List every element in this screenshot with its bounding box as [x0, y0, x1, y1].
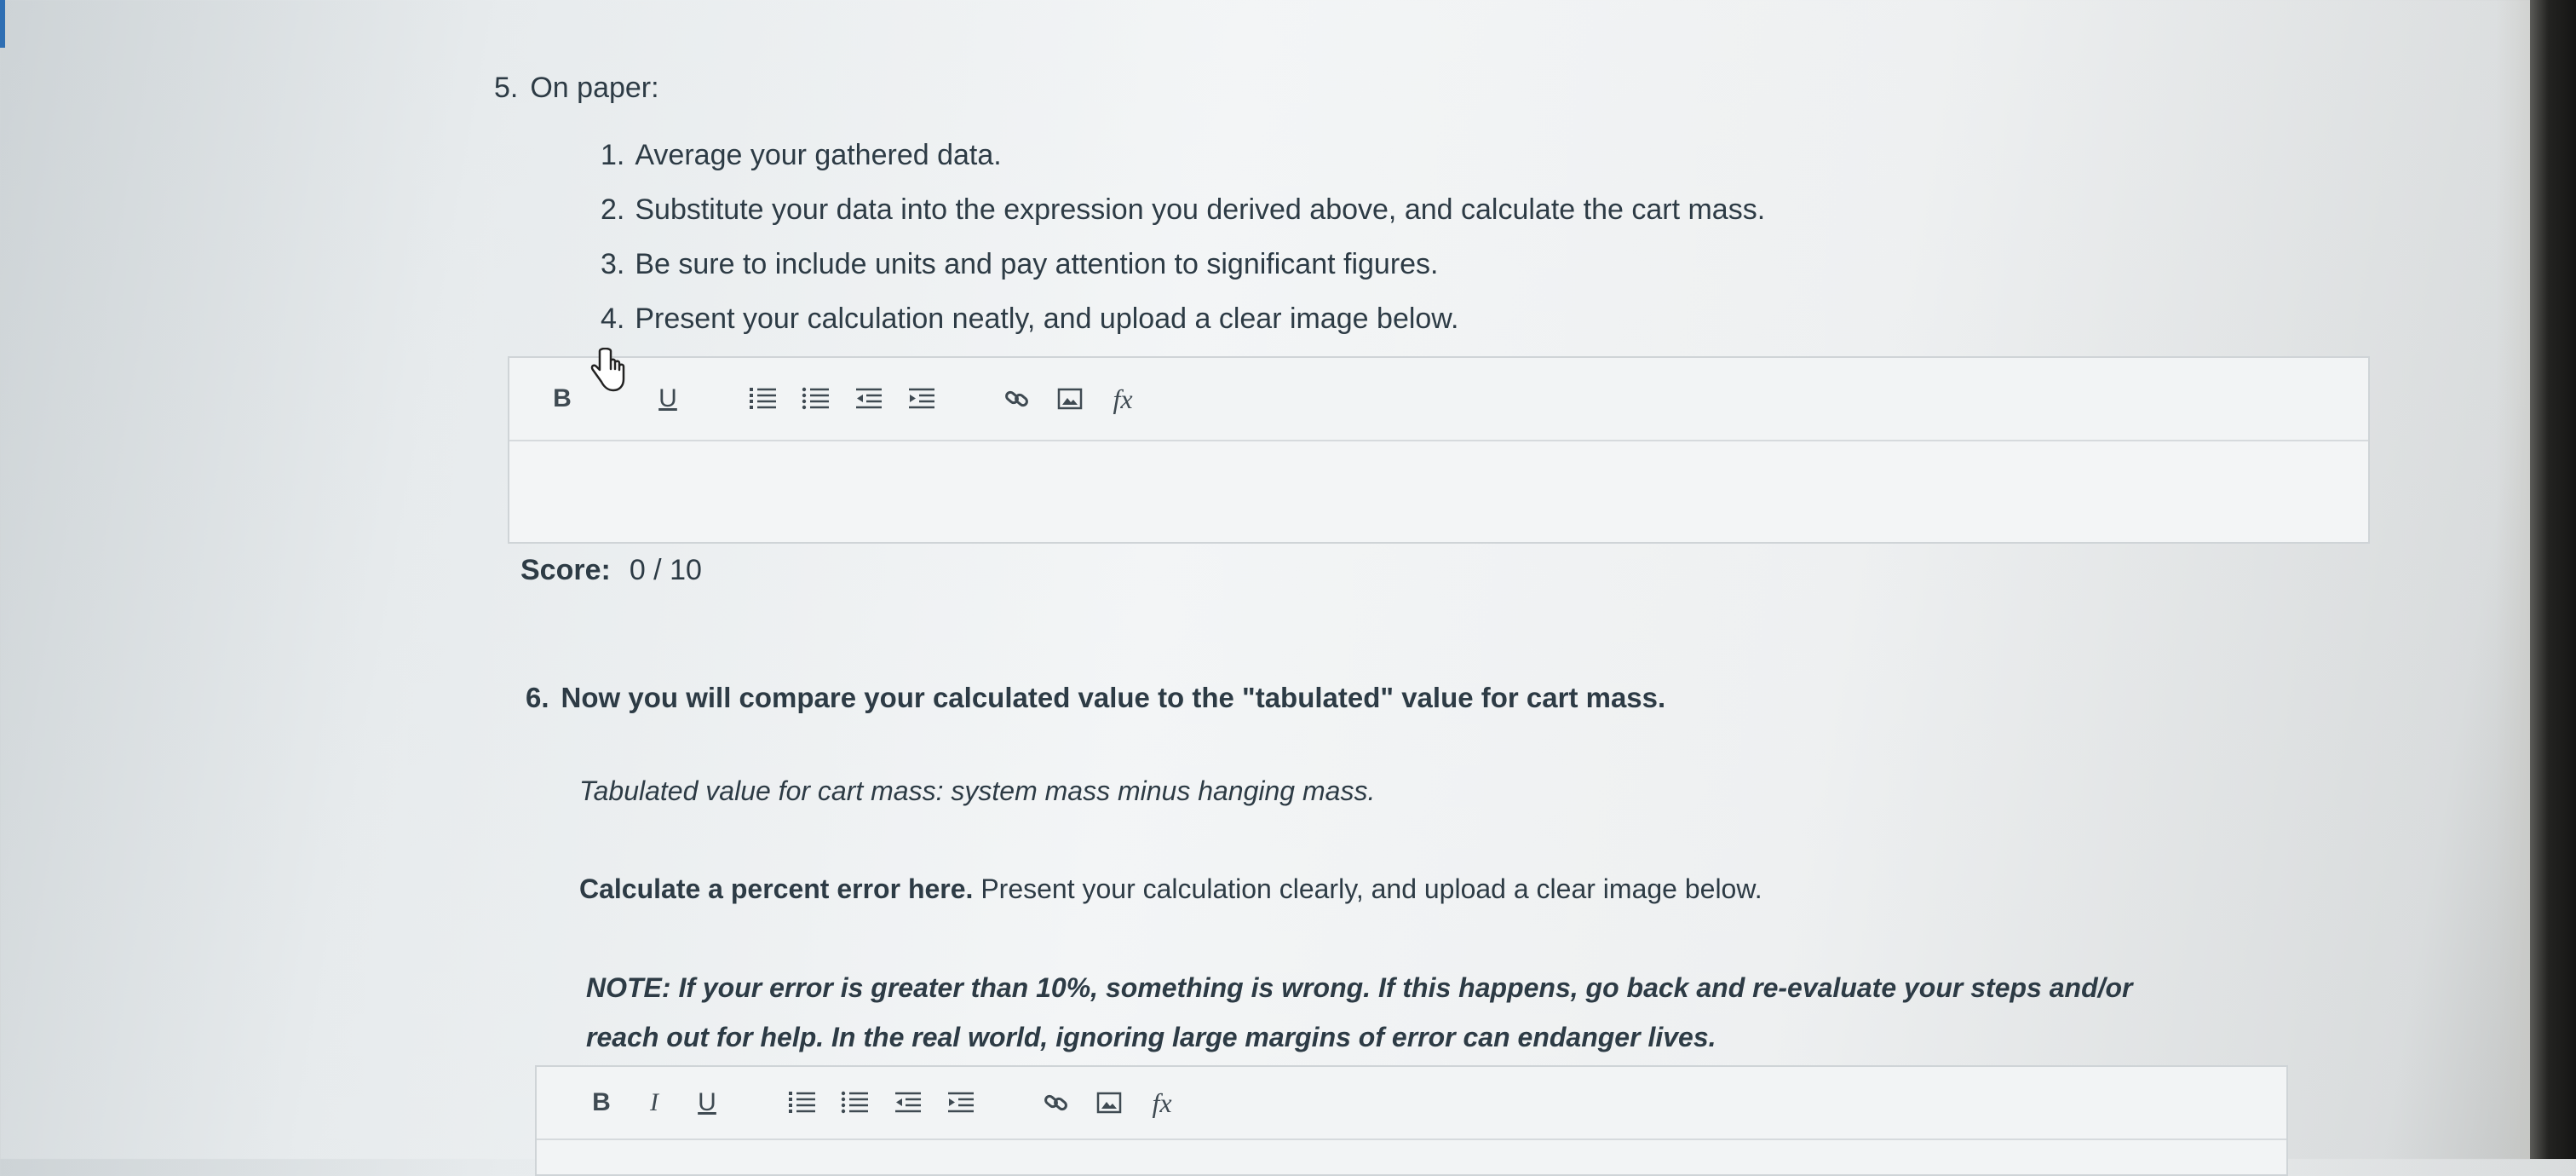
list-item-text: Present your calculation neatly, and upl…: [635, 303, 1459, 335]
list-item-number: 4.: [601, 303, 625, 335]
image-icon[interactable]: [1092, 1084, 1126, 1121]
list-item-text: Average your gathered data.: [635, 139, 1002, 171]
answer-editor-q5: B U fx: [508, 356, 2370, 544]
question-5-number: 5.: [494, 72, 519, 104]
indent-icon[interactable]: [905, 380, 939, 418]
bold-button[interactable]: B: [584, 1084, 618, 1121]
list-item-text: Be sure to include units and pay attenti…: [635, 248, 1439, 280]
link-icon[interactable]: [1039, 1084, 1073, 1121]
bold-button[interactable]: B: [545, 380, 579, 418]
indent-icon[interactable]: [944, 1084, 978, 1121]
outdent-icon[interactable]: [852, 380, 886, 418]
list-item: 3. Be sure to include units and pay atten…: [601, 237, 1765, 291]
score-label: Score:: [520, 554, 611, 586]
error-note-line-2: reach out for help. In the real world, i…: [586, 1022, 1716, 1052]
left-accent-bar: [0, 0, 5, 48]
unordered-list-icon[interactable]: [838, 1084, 872, 1121]
underline-button[interactable]: U: [690, 1084, 724, 1121]
question-5-steps: 1. Average your gathered data. 2. Substitu…: [601, 128, 1765, 346]
score-value: 0 / 10: [629, 554, 702, 586]
list-item-text: Substitute your data into the expression…: [635, 193, 1766, 226]
question-6-title: 6. Now you will compare your calculated v…: [526, 682, 1665, 714]
editor-toolbar: B I U fx: [537, 1067, 2286, 1140]
outdent-icon[interactable]: [891, 1084, 925, 1121]
screen-edge-glare: [2496, 0, 2530, 1159]
underline-button[interactable]: U: [651, 380, 685, 418]
tabulated-value-text: Tabulated value for cart mass: system ma…: [579, 775, 1376, 806]
score-display: Score: 0 / 10: [520, 554, 702, 587]
link-icon[interactable]: [1000, 380, 1034, 418]
error-note-line-1: NOTE: If your error is greater than 10%,…: [586, 972, 2133, 1003]
answer-editor-q6: B I U fx: [535, 1065, 2288, 1176]
editor-content-area[interactable]: [509, 441, 2368, 542]
list-item: 1. Average your gathered data.: [601, 128, 1765, 182]
unordered-list-icon[interactable]: [799, 380, 833, 418]
image-icon[interactable]: [1053, 380, 1087, 418]
formula-icon[interactable]: fx: [1106, 380, 1140, 418]
ordered-list-icon[interactable]: [746, 380, 780, 418]
monitor-bezel: [2530, 0, 2576, 1159]
question-6-text: Now you will compare your calculated val…: [561, 682, 1666, 713]
formula-icon[interactable]: fx: [1145, 1084, 1179, 1121]
hand-cursor-icon: [590, 348, 625, 392]
editor-toolbar: B U fx: [509, 358, 2368, 441]
question-6-number: 6.: [526, 682, 549, 713]
list-item: 4. Present your calculation neatly, and u…: [601, 291, 1765, 346]
ordered-list-icon[interactable]: [785, 1084, 819, 1121]
list-item: 2. Substitute your data into the expressi…: [601, 182, 1765, 237]
question-5-title: 5. On paper:: [494, 72, 659, 105]
list-item-number: 2.: [601, 193, 625, 226]
list-item-number: 3.: [601, 248, 625, 280]
list-item-number: 1.: [601, 139, 625, 171]
error-note: NOTE: If your error is greater than 10%,…: [586, 963, 2290, 1062]
question-5-text: On paper:: [530, 72, 659, 104]
calculate-instruction-bold: Calculate a percent error here.: [579, 873, 974, 904]
italic-button[interactable]: I: [637, 1084, 671, 1121]
calculate-instruction: Calculate a percent error here. Present …: [579, 873, 1762, 905]
calculate-instruction-rest: Present your calculation clearly, and up…: [973, 873, 1762, 904]
